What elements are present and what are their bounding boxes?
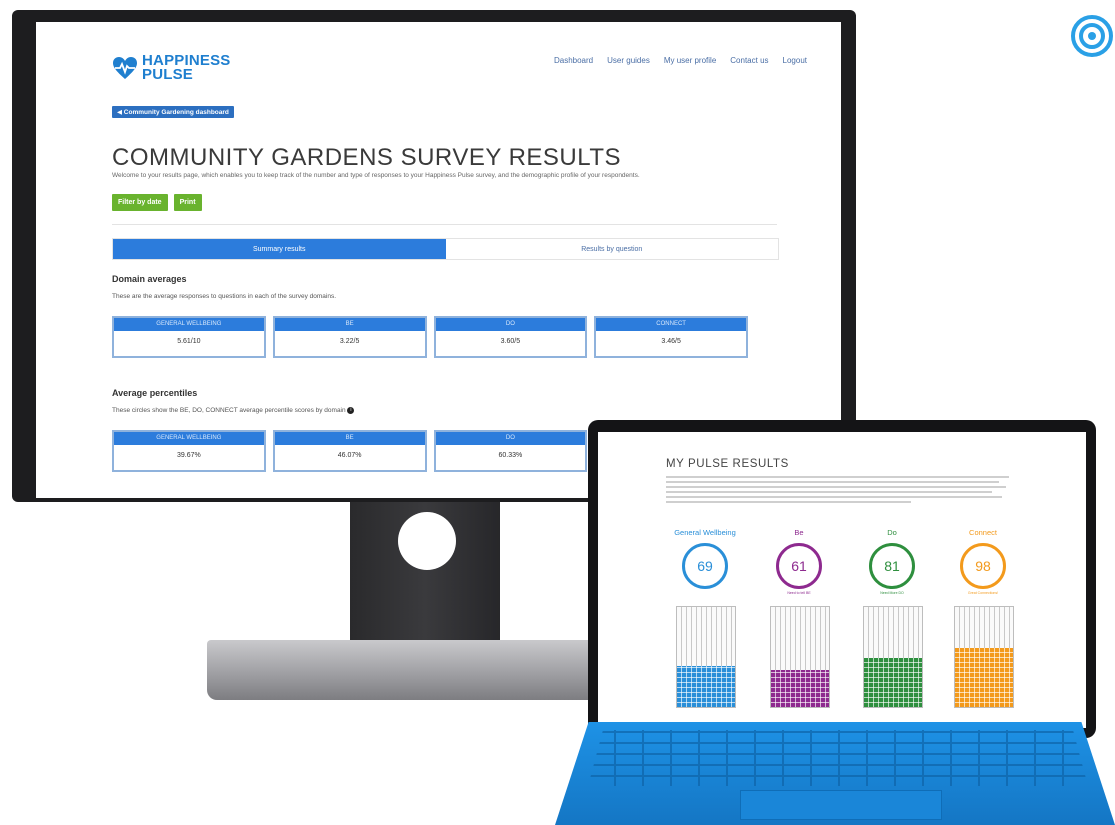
domain-card-general-wellbeing: GENERAL WELLBEING 5.61/10 [112,316,266,358]
domain-averages-cards: GENERAL WELLBEING 5.61/10 BE 3.22/5 DO 3… [112,316,748,358]
grid-empty-cells [955,607,1013,648]
gauge-note [660,591,750,596]
gauge-note: Great Connections! [967,591,999,595]
grid-empty-cells [864,607,922,658]
print-button[interactable]: Print [173,194,202,211]
score-ring: 81 [869,543,915,589]
card-value: 3.46/5 [661,338,681,345]
gauge-note: Need to tell BE [787,591,811,595]
score-ring: 61 [776,543,822,589]
page-title: COMMUNITY GARDENS SURVEY RESULTS [112,144,621,171]
nav-user-guides[interactable]: User guides [607,56,650,65]
tab-summary-results[interactable]: Summary results [113,239,446,259]
intro-text: Welcome to your results page, which enab… [112,172,640,179]
domain-averages-subtitle: These are the average responses to quest… [112,293,337,300]
percentile-grid-do [863,606,923,708]
tab-results-by-question[interactable]: Results by question [446,239,779,259]
grid-empty-cells [771,607,829,670]
percentile-grid-be [770,606,830,708]
tablet-intro-text [666,476,1016,506]
nav-contact-us[interactable]: Contact us [730,56,768,65]
card-label: DO [435,318,586,331]
grid-empty-cells [677,607,735,666]
card-label: BE [274,432,425,445]
gauge-label: Connect [969,528,997,537]
nav-my-user-profile[interactable]: My user profile [664,56,716,65]
domain-card-be: BE 3.22/5 [272,316,427,358]
logo-line-2: PULSE [142,66,194,83]
card-label: BE [274,318,425,331]
card-value: 5.61/10 [177,338,201,345]
card-label: GENERAL WELLBEING [114,432,264,445]
percentile-card-do: DO 60.33% [433,430,588,472]
grid-filled-cells [955,648,1013,707]
percentile-grid-general-wellbeing [676,606,736,708]
gauge-do: Do 81 Need More DO [847,528,937,596]
monitor-stand-cable-hole [398,512,456,570]
gauge-be: Be 61 Need to tell BE [754,528,844,596]
results-tabs: Summary results Results by question [112,238,779,260]
average-percentiles-subtitle-row: These circles show the BE, DO, CONNECT a… [112,407,355,415]
gauge-label: General Wellbeing [674,528,736,537]
card-value: 3.60/5 [500,338,521,345]
trackpad [740,790,942,820]
domain-card-connect: CONNECT 3.46/5 [594,316,748,358]
gauge-connect: Connect 98 Great Connections! [938,528,1028,596]
info-icon[interactable]: i [347,407,355,414]
card-value: 46.07% [337,452,362,459]
card-value: 39.67% [177,452,201,459]
score-ring: 98 [960,543,1006,589]
gauge-label: Do [887,528,897,537]
grid-filled-cells [771,670,829,707]
score-ring: 69 [682,543,728,589]
card-label: DO [435,432,586,445]
card-label: CONNECT [596,318,746,331]
gauge-label: Be [794,528,804,537]
back-to-dashboard-button[interactable]: ◀ Community Gardening dashboard [112,106,234,118]
happiness-pulse-logo[interactable]: HAPPINESS PULSE [112,53,231,83]
monitor-stand-base [207,640,617,700]
gauge-note: Need More DO [880,591,904,595]
card-value: 60.33% [498,452,523,459]
percentile-card-general-wellbeing: GENERAL WELLBEING 39.67% [112,430,266,472]
card-label: GENERAL WELLBEING [114,318,264,331]
percentile-card-be: BE 46.07% [272,430,427,472]
percentile-grid-connect [954,606,1014,708]
nav-logout[interactable]: Logout [783,56,807,65]
tablet-screen: MY PULSE RESULTS General Wellbeing 69 Be… [598,432,1086,728]
nav-dashboard[interactable]: Dashboard [554,56,593,65]
pulse-logo-icon [113,57,137,79]
average-percentiles-subtitle: These circles show the BE, DO, CONNECT a… [112,407,346,415]
filter-by-date-button[interactable]: Filter by date [112,194,168,211]
card-value: 3.22/5 [339,338,360,345]
target-icon [1071,15,1113,57]
divider [112,224,777,225]
tablet-page-title: MY PULSE RESULTS [666,458,789,470]
gauge-general-wellbeing: General Wellbeing 69 [660,528,750,596]
grid-filled-cells [864,658,922,707]
domain-card-do: DO 3.60/5 [433,316,588,358]
logo-text: HAPPINESS PULSE [142,53,231,83]
action-buttons: Filter by date Print [112,194,202,211]
keyboard-keys [588,730,1088,786]
grid-filled-cells [677,666,735,707]
top-navigation: Dashboard User guides My user profile Co… [554,56,807,65]
average-percentiles-heading: Average percentiles [112,388,198,398]
domain-averages-heading: Domain averages [112,274,187,284]
